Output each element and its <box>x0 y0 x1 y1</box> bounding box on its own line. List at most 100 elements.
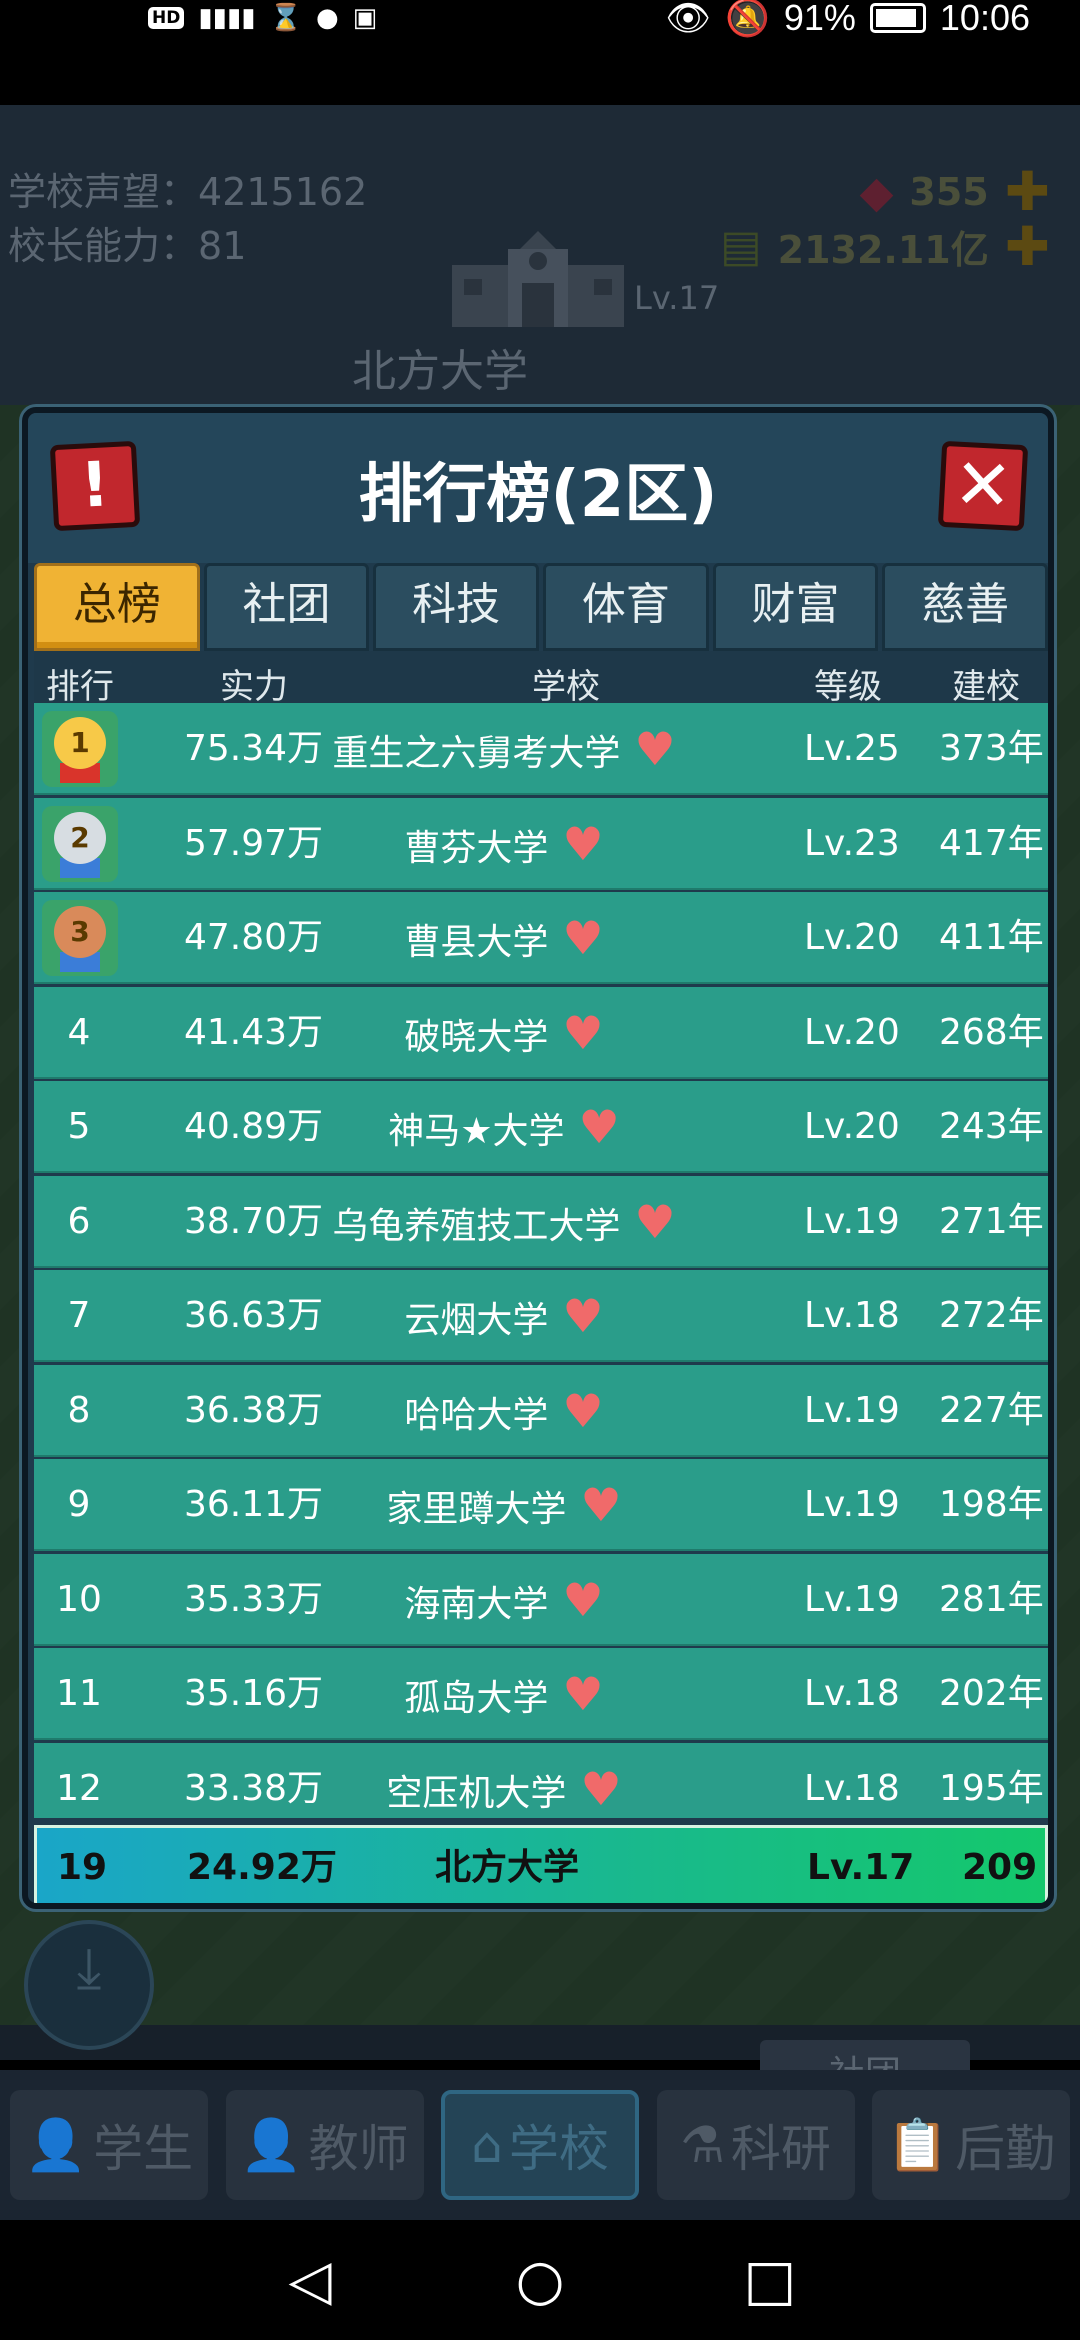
age-value: 195年 <box>939 1767 1044 1809</box>
table-row[interactable]: 6 38.70万 乌龟养殖技工大学 ♥ Lv.19 271年 <box>34 1175 1048 1268</box>
add-money-icon[interactable]: ✚ <box>1005 219 1050 274</box>
school-cell: 哈哈大学 ♥ <box>244 1365 764 1462</box>
table-row[interactable]: 11 35.16万 孤岛大学 ♥ Lv.18 202年 <box>34 1648 1048 1740</box>
school-cell: 神马★大学 ♥ <box>244 1081 764 1178</box>
school-name: 曹县大学 <box>404 922 549 963</box>
heart-icon[interactable]: ♥ <box>634 1195 675 1249</box>
nav-students[interactable]: 👤 学生 <box>10 2090 208 2200</box>
my-rank: 19 <box>56 1847 108 1888</box>
level-value: Lv.19 <box>804 1578 900 1620</box>
money-counter: ▤ 2132.11亿 ✚ <box>720 219 1050 274</box>
school-info-header: 学校声望：4215162 校长能力：81 Lv.17 北方大学 ◆ 355 ✚ <box>0 105 1080 405</box>
level-value: Lv.25 <box>804 728 900 769</box>
tab-clubs[interactable]: 社团 <box>203 563 370 651</box>
battery-percent: 91% <box>783 0 856 38</box>
clipboard-icon: 📋 <box>886 2115 950 2174</box>
signal-icon: ▮▮▮▮ <box>198 3 256 33</box>
level-value: Lv.20 <box>804 917 900 958</box>
heart-icon[interactable]: ♥ <box>562 817 603 871</box>
col-rank: 排行 <box>46 667 114 707</box>
tab-tech[interactable]: 科技 <box>373 563 540 651</box>
school-building-icon <box>452 231 624 327</box>
gem-counter: ◆ 355 ✚ <box>860 165 1050 219</box>
back-icon[interactable]: ◁ <box>275 2248 345 2313</box>
heart-icon[interactable]: ♥ <box>562 1289 603 1343</box>
level-value: Lv.19 <box>804 1200 900 1242</box>
teacher-icon: 👤 <box>240 2115 303 2174</box>
save-button[interactable]: ⤓ <box>24 1920 154 2050</box>
status-left: HD ▮▮▮▮ ⌛ ● ▣ <box>148 0 377 36</box>
age-value: 227年 <box>939 1389 1044 1431</box>
table-row[interactable]: 3 47.80万 曹县大学 ♥ Lv.20 411年 <box>34 892 1048 984</box>
huawei-icon: ▣ <box>352 3 378 33</box>
close-button[interactable]: ✕ <box>937 440 1029 532</box>
table-row[interactable]: 5 40.89万 神马★大学 ♥ Lv.20 243年 <box>34 1081 1048 1173</box>
reputation-value: 4215162 <box>198 170 368 214</box>
student-icon: 👤 <box>24 2115 88 2174</box>
eye-icon: 👁 <box>665 0 712 38</box>
level-value: Lv.20 <box>804 1106 900 1147</box>
mute-icon: 🔕 <box>725 0 770 38</box>
table-row[interactable]: 1 75.34万 重生之六舅考大学 ♥ Lv.25 373年 <box>34 703 1048 795</box>
status-bar: HD ▮▮▮▮ ⌛ ● ▣ 👁 🔕 91% 10:06 <box>0 0 1080 105</box>
my-age: 209 <box>962 1847 1038 1888</box>
tab-wealth[interactable]: 财富 <box>712 563 879 651</box>
heart-icon[interactable]: ♥ <box>562 1667 603 1721</box>
dialog-title: 排行榜(2区) <box>358 458 718 532</box>
school-cell: 曹县大学 ♥ <box>244 892 764 989</box>
col-power: 实力 <box>220 667 288 707</box>
level-value: Lv.18 <box>804 1295 900 1336</box>
age-value: 243年 <box>939 1106 1044 1147</box>
nav-research[interactable]: ⚗ 科研 <box>656 2090 855 2200</box>
table-row[interactable]: 4 41.43万 破晓大学 ♥ Lv.20 268年 <box>34 986 1048 1079</box>
school-icon: ⌂ <box>471 2116 503 2174</box>
table-row[interactable]: 7 36.63万 云烟大学 ♥ Lv.18 272年 <box>34 1270 1048 1362</box>
nav-logistics[interactable]: 📋 后勤 <box>872 2090 1070 2200</box>
col-school: 学校 <box>532 667 600 707</box>
school-name: 家里蹲大学 <box>386 1489 567 1530</box>
money-value: 2132.11亿 <box>777 228 989 272</box>
school-cell: 曹芬大学 ♥ <box>244 798 764 895</box>
ability-label: 校长能力： <box>8 224 199 268</box>
level-value: Lv.18 <box>804 1767 900 1809</box>
gem-icon: ◆ <box>859 166 894 218</box>
table-row[interactable]: 12 33.38万 空压机大学 ♥ Lv.18 195年 <box>34 1742 1048 1818</box>
school-cell: 破晓大学 ♥ <box>244 987 764 1084</box>
nav-school[interactable]: ⌂ 学校 <box>441 2090 639 2200</box>
leaderboard-dialog: ! 排行榜(2区) ✕ 总榜 社团 科技 体育 财富 慈善 排行 实力 学校 等… <box>22 407 1054 1909</box>
tab-sports[interactable]: 体育 <box>543 563 709 651</box>
medal-rank-number: 3 <box>54 906 106 958</box>
add-gem-icon[interactable]: ✚ <box>1005 165 1050 219</box>
heart-icon[interactable]: ♥ <box>562 1384 603 1438</box>
tab-overall[interactable]: 总榜 <box>34 563 200 651</box>
age-value: 271年 <box>939 1200 1044 1242</box>
ranking-list[interactable]: 1 75.34万 重生之六舅考大学 ♥ Lv.25 373年 2 57.97万 曹芬大学 ♥ Lv.… <box>34 703 1048 1818</box>
heart-icon[interactable]: ♥ <box>580 1478 621 1532</box>
school-cell: 孤岛大学 ♥ <box>244 1648 764 1745</box>
table-row[interactable]: 2 57.97万 曹芬大学 ♥ Lv.23 417年 <box>34 797 1048 890</box>
heart-icon[interactable]: ♥ <box>562 1006 603 1060</box>
nav-logistics-label: 后勤 <box>955 2120 1056 2178</box>
medal-badge: 1 <box>42 711 118 787</box>
rank-number: 4 <box>67 1011 91 1053</box>
tab-charity[interactable]: 慈善 <box>882 563 1048 651</box>
heart-icon[interactable]: ♥ <box>562 911 603 965</box>
recents-icon[interactable]: □ <box>735 2248 805 2313</box>
heart-icon[interactable]: ♥ <box>562 1573 603 1627</box>
table-row[interactable]: 8 36.38万 哈哈大学 ♥ Lv.19 227年 <box>34 1364 1048 1457</box>
home-icon[interactable]: ○ <box>505 2248 575 2313</box>
ability-value: 81 <box>198 224 247 268</box>
table-row[interactable]: 9 36.11万 家里蹲大学 ♥ Lv.19 198年 <box>34 1459 1048 1551</box>
reputation-label: 学校声望： <box>8 170 199 214</box>
level-value: Lv.20 <box>804 1011 900 1053</box>
rank-number: 12 <box>56 1767 102 1809</box>
level-value: Lv.23 <box>804 822 900 864</box>
medal-rank-number: 1 <box>54 717 106 769</box>
rank-number: 10 <box>56 1578 102 1620</box>
table-row[interactable]: 10 35.33万 海南大学 ♥ Lv.19 281年 <box>34 1553 1048 1646</box>
heart-icon[interactable]: ♥ <box>634 722 675 776</box>
nav-teachers[interactable]: 👤 教师 <box>225 2090 424 2200</box>
heart-icon[interactable]: ♥ <box>579 1100 620 1154</box>
age-value: 373年 <box>939 728 1044 769</box>
heart-icon[interactable]: ♥ <box>580 1762 621 1816</box>
